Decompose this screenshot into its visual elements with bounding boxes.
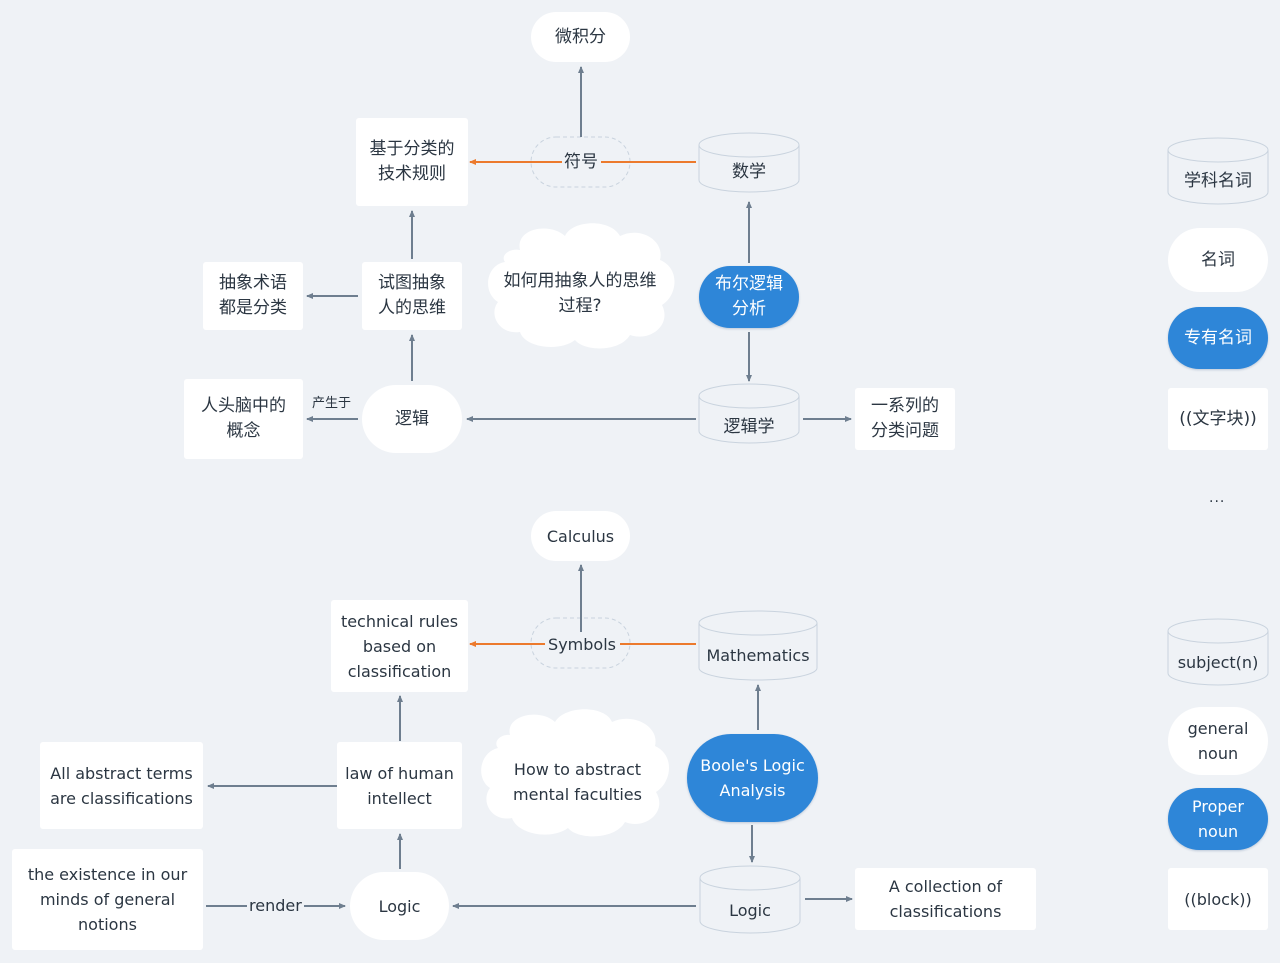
- node-calculus-en[interactable]: Calculus: [531, 511, 630, 561]
- node-boole-analysis-en[interactable]: Boole's Logic Analysis: [687, 734, 818, 822]
- node-human-intellect-en[interactable]: law of human intellect: [337, 742, 462, 829]
- node-label: 数学: [732, 161, 766, 182]
- node-label: 符号: [562, 150, 600, 175]
- node-label: Boole's Logic Analysis: [700, 756, 805, 800]
- node-classification-problems-zh[interactable]: 一系列的 分类问题: [855, 388, 955, 450]
- node-label: A collection of classifications: [888, 877, 1003, 921]
- legend-noun-zh[interactable]: 名词: [1168, 228, 1268, 292]
- legend-label: 名词: [1201, 249, 1235, 270]
- node-label: All abstract terms are classifications: [50, 763, 193, 808]
- node-label: Logic: [378, 896, 421, 916]
- node-symbols-zh[interactable]: 符号: [556, 150, 606, 175]
- node-label: 逻辑: [395, 408, 429, 429]
- node-calculus-zh[interactable]: 微积分: [531, 12, 630, 62]
- legend-label: 学科名词: [1184, 170, 1252, 191]
- node-logic-en[interactable]: Logic: [350, 872, 449, 940]
- node-label: 如何用抽象人的思维 过程?: [503, 271, 657, 316]
- node-boole-analysis-zh[interactable]: 布尔逻辑 分析: [699, 266, 799, 328]
- node-abstract-terms-en[interactable]: All abstract terms are classifications: [40, 742, 203, 829]
- node-label: 布尔逻辑 分析: [715, 274, 783, 319]
- node-label: technical rules based on classification: [340, 611, 459, 681]
- node-symbols-en[interactable]: Symbols: [544, 631, 620, 657]
- legend-label: subject(n): [1177, 652, 1259, 672]
- legend-text-block-zh[interactable]: ((文字块)): [1168, 388, 1268, 450]
- legend-subject-noun-en[interactable]: subject(n): [1168, 647, 1268, 677]
- legend-label: Proper noun: [1192, 797, 1244, 841]
- legend-label: 专有名词: [1184, 327, 1252, 348]
- legend-proper-noun-zh[interactable]: 专有名词: [1168, 307, 1268, 369]
- node-label: Calculus: [546, 526, 615, 546]
- legend-noun-en[interactable]: general noun: [1168, 707, 1268, 775]
- node-logic-zh[interactable]: 逻辑: [362, 385, 462, 453]
- node-general-notions-en[interactable]: the existence in our minds of general no…: [12, 849, 203, 950]
- legend-label: general noun: [1187, 719, 1249, 763]
- edge-label-produced-by-zh: 产生于: [310, 396, 354, 412]
- node-logic-cylinder-en[interactable]: Logic: [700, 896, 800, 924]
- node-technical-rules-en[interactable]: technical rules based on classification: [331, 600, 468, 692]
- legend-label: ((文字块)): [1179, 408, 1257, 429]
- edge-label-render-en: render: [247, 896, 304, 916]
- node-label: Symbols: [546, 631, 618, 657]
- legend-text-block-en[interactable]: ((block)): [1168, 868, 1268, 930]
- node-question-cloud-zh[interactable]: 如何用抽象人的思维 过程?: [490, 266, 670, 322]
- node-label: 一系列的 分类问题: [871, 396, 939, 441]
- node-label: Mathematics: [706, 645, 810, 665]
- node-concepts-in-mind-zh[interactable]: 人头脑中的 概念: [184, 379, 303, 459]
- node-label: law of human intellect: [345, 763, 454, 808]
- legend-label: ((block)): [1184, 889, 1252, 909]
- node-label: 微积分: [555, 26, 606, 47]
- node-label: How to abstract mental faculties: [513, 760, 642, 804]
- node-label: 抽象术语 都是分类: [219, 273, 287, 318]
- node-logic-science-zh[interactable]: 逻辑学: [699, 412, 799, 442]
- node-label: 人头脑中的 概念: [201, 396, 286, 441]
- node-mathematics-en[interactable]: Mathematics: [699, 641, 817, 669]
- node-abstract-terms-zh[interactable]: 抽象术语 都是分类: [203, 262, 303, 330]
- legend-subject-noun-zh[interactable]: 学科名词: [1168, 166, 1268, 196]
- node-mathematics-zh[interactable]: 数学: [699, 157, 799, 187]
- node-label: 逻辑学: [723, 416, 775, 437]
- node-label: 基于分类的 技术规则: [369, 139, 455, 184]
- node-label: 试图抽象 人的思维: [378, 273, 446, 318]
- node-question-cloud-en[interactable]: How to abstract mental faculties: [490, 754, 665, 810]
- node-human-thought-zh[interactable]: 试图抽象 人的思维: [362, 262, 462, 330]
- node-label: the existence in our minds of general no…: [27, 865, 188, 934]
- legend-more-ellipsis: ...: [1209, 490, 1226, 506]
- node-technical-rules-zh[interactable]: 基于分类的 技术规则: [356, 118, 468, 206]
- node-label: Logic: [729, 900, 771, 920]
- legend-proper-noun-en[interactable]: Proper noun: [1168, 788, 1268, 850]
- node-classifications-en[interactable]: A collection of classifications: [855, 868, 1036, 930]
